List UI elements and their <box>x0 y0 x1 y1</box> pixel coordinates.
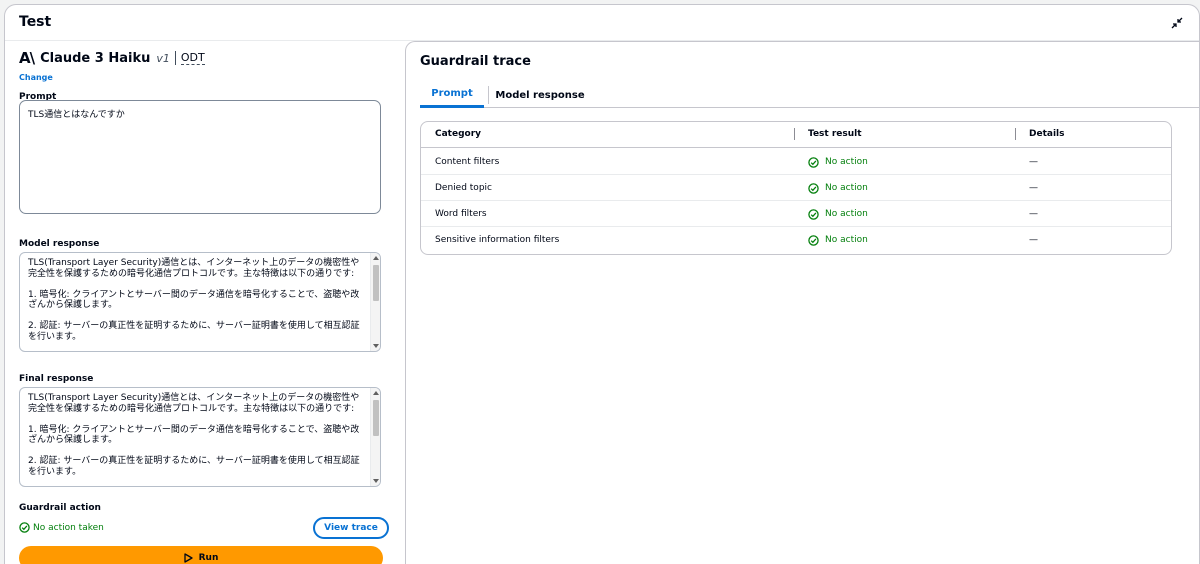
row-test-result-text: No action <box>825 183 868 193</box>
final-response-text: TLS(Transport Layer Security)通信とは、インターネッ… <box>28 393 360 477</box>
row-test-result: No action <box>808 227 868 253</box>
model-throughput-tag[interactable]: ODT <box>180 51 205 65</box>
column-header-test-result[interactable]: Test result <box>808 122 862 146</box>
guardrail-action-text: No action taken <box>33 522 104 533</box>
test-input-column: A\ Claude 3 Haiku v1 ODT Change Prompt T… <box>5 41 405 564</box>
model-version: v1 <box>156 51 170 65</box>
column-header-details[interactable]: Details <box>1029 122 1064 146</box>
row-details: — <box>1029 157 1038 167</box>
table-header-border <box>421 147 1171 148</box>
scroll-up-icon[interactable] <box>373 256 379 260</box>
row-details: — <box>1029 183 1038 193</box>
row-test-result: No action <box>808 149 868 175</box>
tab-model-response[interactable]: Model response <box>490 82 590 108</box>
check-circle-icon <box>808 182 819 194</box>
guardrail-action-label: Guardrail action <box>19 503 101 513</box>
row-category: Word filters <box>435 209 487 219</box>
guardrail-trace-panel: Guardrail trace Prompt Model response Ca… <box>405 41 1199 564</box>
trace-title: Guardrail trace <box>420 54 531 69</box>
row-test-result-text: No action <box>825 209 868 219</box>
panel-header: Test <box>5 5 1199 41</box>
row-category: Sensitive information filters <box>435 235 560 245</box>
scroll-up-icon[interactable] <box>373 391 379 395</box>
trace-tabs: Prompt Model response <box>420 82 1199 108</box>
collapse-icon[interactable] <box>1171 17 1183 29</box>
scrollbar-thumb[interactable] <box>373 265 379 301</box>
row-category: Content filters <box>435 157 500 167</box>
play-icon <box>183 553 193 563</box>
scrollbar-thumb[interactable] <box>373 400 379 436</box>
anthropic-logo-icon: A\ <box>19 48 35 67</box>
tab-divider <box>488 86 489 104</box>
table-row: Word filters No action — <box>421 201 1171 227</box>
model-selector: A\ Claude 3 Haiku v1 ODT <box>19 49 205 67</box>
row-details: — <box>1029 209 1038 219</box>
panel-title: Test <box>19 14 52 30</box>
column-separator[interactable] <box>794 128 795 140</box>
table-row: Denied topic No action — <box>421 175 1171 201</box>
row-test-result: No action <box>808 175 868 201</box>
model-separator <box>174 51 176 65</box>
scroll-down-icon[interactable] <box>373 344 379 348</box>
check-circle-icon <box>808 234 819 246</box>
row-details: — <box>1029 235 1038 245</box>
table-row: Content filters No action — <box>421 149 1171 175</box>
final-response-label: Final response <box>19 374 94 384</box>
model-response-text: TLS(Transport Layer Security)通信とは、インターネッ… <box>28 258 360 342</box>
model-response-label: Model response <box>19 239 100 249</box>
column-separator[interactable] <box>1015 128 1016 140</box>
test-panel: Test A\ Claude 3 Haiku v1 ODT Change Pro… <box>4 4 1200 564</box>
check-circle-icon <box>19 522 30 533</box>
model-name: Claude 3 Haiku <box>40 50 151 66</box>
model-response-box[interactable]: TLS(Transport Layer Security)通信とは、インターネッ… <box>19 252 381 352</box>
run-button[interactable]: Run <box>19 546 383 564</box>
row-test-result-text: No action <box>825 157 868 167</box>
row-test-result: No action <box>808 201 868 227</box>
final-response-scrollbar[interactable] <box>370 388 380 486</box>
check-circle-icon <box>808 208 819 220</box>
table-row: Sensitive information filters No action … <box>421 227 1171 253</box>
final-response-box[interactable]: TLS(Transport Layer Security)通信とは、インターネッ… <box>19 387 381 487</box>
check-circle-icon <box>808 156 819 168</box>
model-response-scrollbar[interactable] <box>370 253 380 351</box>
row-category: Denied topic <box>435 183 492 193</box>
guardrail-action-status: No action taken <box>19 522 104 533</box>
scroll-down-icon[interactable] <box>373 479 379 483</box>
tab-prompt[interactable]: Prompt <box>420 82 484 108</box>
row-test-result-text: No action <box>825 235 868 245</box>
prompt-textarea[interactable]: TLS通信とはなんですか <box>19 100 381 214</box>
run-button-label: Run <box>198 553 219 563</box>
view-trace-button[interactable]: View trace <box>313 517 389 539</box>
trace-table: Category Test result Details Content fil… <box>420 121 1172 255</box>
change-model-link[interactable]: Change <box>19 73 53 82</box>
column-header-category[interactable]: Category <box>435 122 481 146</box>
